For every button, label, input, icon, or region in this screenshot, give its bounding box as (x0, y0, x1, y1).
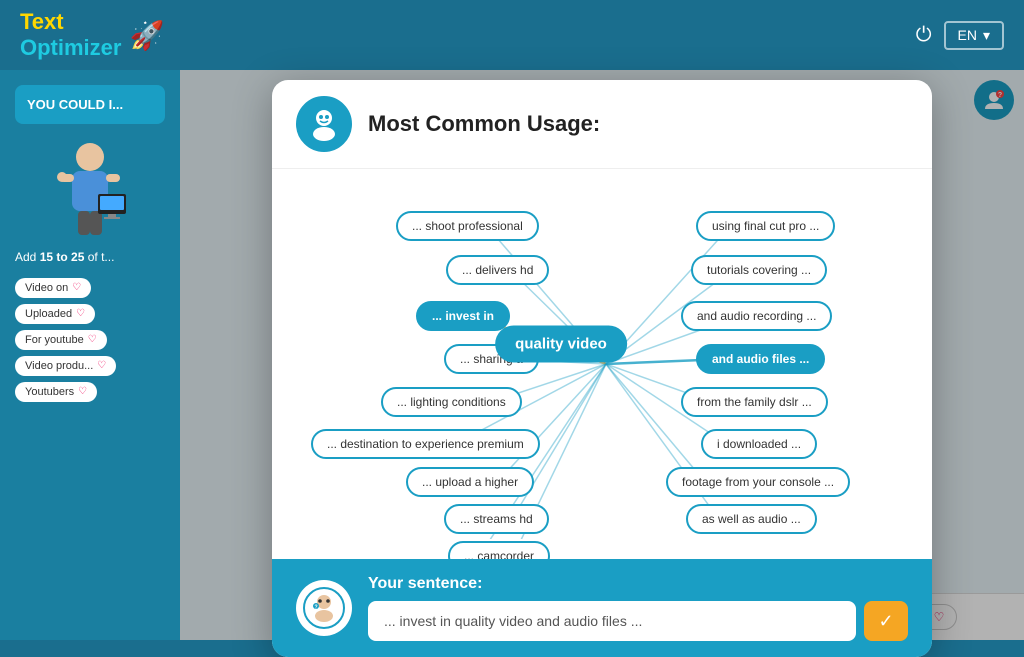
branch-node-aswell[interactable]: as well as audio ... (686, 504, 817, 534)
add-count-text: Add 15 to 25 of t... (15, 249, 165, 266)
footer-content: Your sentence: ✓ (368, 575, 908, 641)
right-panel: ? (180, 70, 1024, 640)
header: Text Optimizer 🚀 ⏻ EN ▾ (0, 0, 1024, 70)
center-node[interactable]: quality video (495, 326, 627, 363)
footer-avatar: ? (296, 580, 352, 636)
branch-node-shoot[interactable]: ... shoot professional (396, 211, 539, 241)
branch-node-lighting[interactable]: ... lighting conditions (381, 387, 522, 417)
branch-node-audiorecording[interactable]: and audio recording ... (681, 301, 832, 331)
branch-node-audiofiles[interactable]: and audio files ... (696, 344, 825, 374)
sidebar-tags: Video on ♡ Uploaded ♡ For youtube ♡ Vide… (15, 278, 165, 402)
modal-title: Most Common Usage: (368, 111, 600, 137)
modal-overlay: Most Common Usage: (180, 70, 1024, 640)
logo-brand: Optimizer (20, 35, 121, 60)
avatar-icon (302, 102, 346, 146)
language-selector[interactable]: EN ▾ (944, 21, 1004, 50)
heart-icon: ♡ (97, 360, 106, 371)
confirm-check-icon: ✓ (878, 611, 893, 632)
sentence-input-row: ✓ (368, 601, 908, 641)
heart-icon: ♡ (76, 308, 85, 319)
branch-node-camcorder[interactable]: ... camcorder (448, 541, 550, 559)
branch-node-footage[interactable]: footage from your console ... (666, 467, 850, 497)
mindmap-container: quality video ... shoot professional ...… (296, 189, 908, 539)
branch-node-invest[interactable]: ... invest in (416, 301, 510, 331)
left-panel: YOU COULD I... Add 15 to 25 of t... (0, 70, 180, 640)
heart-icon: ♡ (72, 282, 81, 293)
branch-node-streams[interactable]: ... streams hd (444, 504, 549, 534)
heart-icon: ♡ (78, 386, 87, 397)
logo-area: Text Optimizer 🚀 (20, 9, 164, 61)
branch-node-destination[interactable]: ... destination to experience premium (311, 429, 540, 459)
branch-node-familydslr[interactable]: from the family dslr ... (681, 387, 828, 417)
sidebar-person (15, 139, 165, 239)
your-sentence-label: Your sentence: (368, 575, 908, 593)
logo-rocket-icon: 🚀 (129, 19, 164, 52)
sentence-input[interactable] (368, 601, 856, 641)
person-illustration (50, 139, 130, 239)
header-right: ⏻ EN ▾ (916, 21, 1004, 50)
sentence-confirm-button[interactable]: ✓ (864, 601, 908, 641)
sidebar-tag-youtubers[interactable]: Youtubers ♡ (15, 382, 97, 402)
lang-label: EN (958, 27, 977, 43)
lang-chevron-icon: ▾ (983, 27, 990, 44)
logo-text: Text Optimizer (20, 9, 121, 61)
sidebar-tag-videoon[interactable]: Video on ♡ (15, 278, 91, 298)
branch-node-finalcut[interactable]: using final cut pro ... (696, 211, 835, 241)
modal-header: Most Common Usage: (272, 80, 932, 169)
sidebar-tag-foryoutube[interactable]: For youtube ♡ (15, 330, 107, 350)
you-could-label: YOU COULD I... (27, 97, 123, 112)
sidebar-tag-uploaded[interactable]: Uploaded ♡ (15, 304, 95, 324)
svg-text:?: ? (314, 605, 317, 611)
branch-node-tutorials[interactable]: tutorials covering ... (691, 255, 827, 285)
logo-text-top: Text (20, 9, 64, 34)
branch-node-upload[interactable]: ... upload a higher (406, 467, 534, 497)
modal-dialog: Most Common Usage: (272, 80, 932, 657)
heart-icon: ♡ (88, 334, 97, 345)
branch-node-delivers[interactable]: ... delivers hd (446, 255, 549, 285)
modal-footer: ? Your sentence: ✓ (272, 559, 932, 657)
footer-avatar-icon: ? (302, 586, 346, 630)
sidebar-tag-videoprodu[interactable]: Video produ... ♡ (15, 356, 116, 376)
power-button[interactable]: ⏻ (916, 24, 932, 47)
modal-body: quality video ... shoot professional ...… (272, 169, 932, 559)
main-content: YOU COULD I... Add 15 to 25 of t... (0, 70, 1024, 640)
you-could-box: YOU COULD I... (15, 85, 165, 124)
branch-node-downloaded[interactable]: i downloaded ... (701, 429, 817, 459)
modal-avatar (296, 96, 352, 152)
